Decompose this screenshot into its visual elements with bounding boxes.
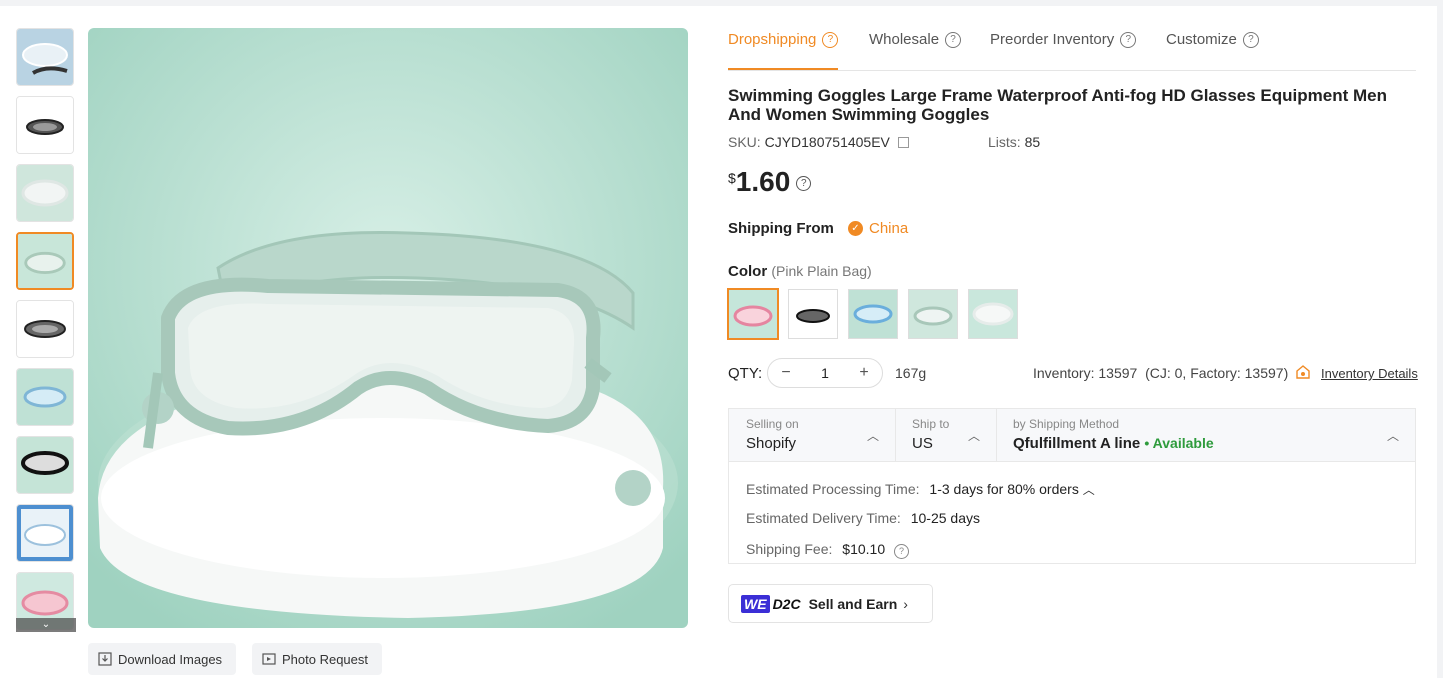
thumbnail-scroll-down-icon[interactable]: ⌄ [16,618,76,632]
color-selected-value: (Pink Plain Bag) [771,263,872,279]
shipping-method-name: Qfulfillment A line [1013,435,1141,452]
tab-dropshipping[interactable]: Dropshipping ? [728,31,839,48]
tab-customize-label: Customize [1166,31,1237,48]
shipping-method-dropdown[interactable]: by Shipping Method Qfulfillment A line •… [1013,409,1413,461]
shipping-method-value: Qfulfillment A line • Available [1013,435,1214,452]
chevron-up-icon[interactable]: ︿ [1083,483,1095,497]
thumbnail-4-selected[interactable] [16,232,74,290]
qty-label: QTY: [728,365,763,382]
processing-time-row: Estimated Processing Time: 1-3 days for … [746,481,1095,498]
increase-qty-button[interactable]: + [846,364,882,382]
decrease-qty-button[interactable]: − [768,364,804,382]
chevron-up-icon: ︿ [1387,429,1400,443]
download-images-button[interactable]: Download Images [88,643,237,675]
active-tab-indicator [728,68,838,70]
color-swatch-black[interactable] [788,289,838,339]
inventory-summary: Inventory: 13597 (CJ: 0, Factory: 13597) [1033,365,1289,381]
product-title: Swimming Goggles Large Frame Waterproof … [728,86,1387,124]
check-icon: ✓ [848,221,863,236]
thumbnail-6[interactable] [16,368,74,426]
help-icon[interactable]: ? [945,31,962,48]
product-weight: 167g [895,365,927,381]
chevron-up-icon: ︿ [968,429,981,443]
price: $ 1.60 ? [728,166,812,198]
divider [895,409,896,461]
divider [996,409,997,461]
color-swatch-green[interactable] [908,289,958,339]
photo-request-button[interactable]: Photo Request [252,643,383,675]
purchase-mode-tabs: Dropshipping ? Wholesale ? Preorder Inve… [728,16,1416,71]
tab-wholesale-label: Wholesale [869,31,940,48]
download-image-icon [98,652,112,666]
lists-count: Lists: 85 [988,134,1040,150]
help-icon[interactable]: ? [1242,31,1259,48]
color-label-text: Color [728,263,768,280]
sku-label: SKU: [728,134,761,150]
price-currency: $ [728,170,736,186]
chevron-up-icon: ︿ [867,429,880,443]
help-icon[interactable]: ? [1120,31,1137,48]
thumbnail-1[interactable] [16,28,74,86]
color-swatch-pink-selected[interactable] [727,288,779,340]
selling-on-label: Selling on [746,417,799,431]
price-value: 1.60 [735,166,791,197]
shipping-fee-value: $10.10 [842,541,886,557]
ship-to-value: US [912,435,933,452]
tab-customize[interactable]: Customize ? [1166,31,1259,48]
selling-on-dropdown[interactable]: Selling on Shopify ︿ [746,409,896,461]
warehouse-icon [1296,365,1310,379]
sku-row: SKU: CJYD180751405EV [728,134,909,150]
delivery-time-label: Estimated Delivery Time: [746,510,901,526]
shipping-panel: Selling on Shopify ︿ Ship to US ︿ by Shi… [728,408,1416,564]
we-logo: WE [741,594,770,613]
download-images-label: Download Images [118,651,223,667]
lists-label: Lists: [988,134,1021,150]
tab-dropshipping-label: Dropshipping [728,31,817,48]
color-label: Color (Pink Plain Bag) [728,263,872,280]
ship-to-label: Ship to [912,417,950,431]
sell-and-earn-button[interactable]: WE D2C Sell and Earn › [728,584,933,623]
delivery-time-value: 10-25 days [910,510,980,526]
sell-and-earn-label: Sell and Earn [808,595,898,612]
processing-time-label: Estimated Processing Time: [746,481,920,497]
shipping-fee-label: Shipping Fee: [746,541,833,557]
qty-input[interactable]: 1 [804,365,846,381]
d2c-logo: D2C [772,595,801,612]
thumbnail-2[interactable] [16,96,74,154]
thumbnail-7[interactable] [16,436,74,494]
shipping-fee-row: Shipping Fee: $10.10 ? [746,541,910,559]
photo-request-icon [262,653,276,665]
thumbnail-strip[interactable] [16,28,76,632]
tab-wholesale[interactable]: Wholesale ? [869,31,962,48]
tab-preorder-inventory[interactable]: Preorder Inventory ? [990,31,1137,48]
chevron-right-icon: › [903,595,908,612]
tab-preorder-label: Preorder Inventory [990,31,1115,48]
delivery-time-row: Estimated Delivery Time: 10-25 days [746,510,980,526]
shipping-from-label: Shipping From [728,220,834,237]
shipping-from-value: China [869,220,909,237]
shipping-from-option[interactable]: ✓ China [848,220,908,237]
help-icon[interactable]: ? [894,544,910,559]
ship-to-dropdown[interactable]: Ship to US ︿ [912,409,1002,461]
color-swatch-blue[interactable] [848,289,898,339]
thumbnail-8[interactable] [16,504,74,562]
thumbnail-3[interactable] [16,164,74,222]
quantity-stepper[interactable]: − 1 + [767,358,883,388]
main-product-image[interactable] [88,28,688,628]
price-help-icon[interactable]: ? [796,176,812,191]
shipping-options-header: Selling on Shopify ︿ Ship to US ︿ by Shi… [729,409,1415,462]
shipping-method-label: by Shipping Method [1013,417,1120,431]
copy-icon[interactable] [897,137,909,148]
thumbnail-5[interactable] [16,300,74,358]
photo-request-label: Photo Request [282,651,369,667]
sku-value: CJYD180751405EV [764,134,890,150]
availability-status: • Available [1144,435,1214,451]
processing-time-value: 1-3 days for 80% orders [929,481,1079,497]
help-icon[interactable]: ? [822,31,839,48]
color-swatch-white[interactable] [968,289,1018,339]
lists-value: 85 [1024,134,1041,150]
selling-on-value: Shopify [746,435,797,452]
inventory-details-link[interactable]: Inventory Details [1321,366,1418,381]
product-page: ⌄ Download Images Photo Request Dropship… [0,6,1437,678]
